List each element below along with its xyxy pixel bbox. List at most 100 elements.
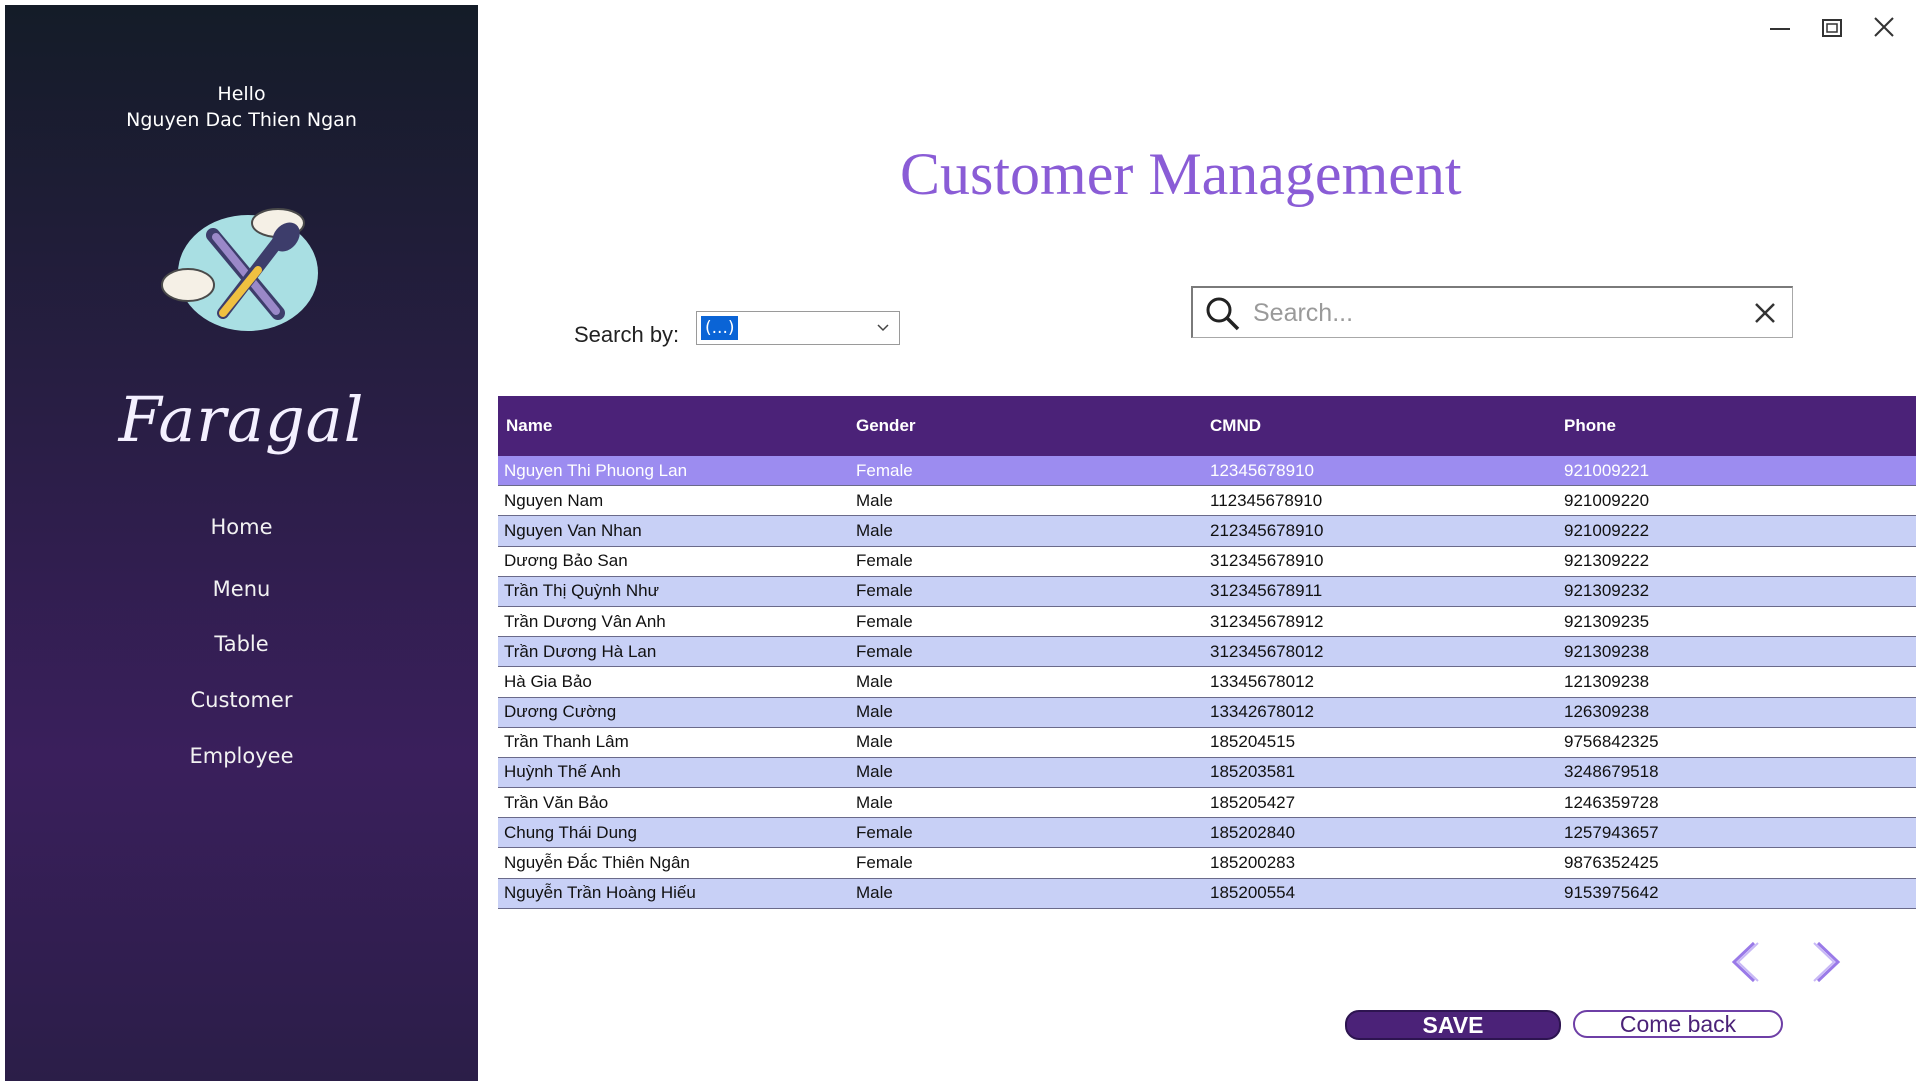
table-row[interactable]: Nguyen Nam Male 112345678910 921009220 (498, 486, 1916, 517)
search-by-label: Search by: (574, 322, 680, 347)
sidebar-item-table[interactable]: Table (5, 632, 478, 656)
table-row[interactable]: Nguyen Van Nhan Male 212345678910 921009222 (498, 516, 1916, 547)
cell-phone: 121309238 (1564, 671, 1650, 691)
cell-cmnd: 312345678910 (1210, 551, 1324, 571)
search-icon (1205, 296, 1241, 336)
search-by-dropdown[interactable]: (...) (696, 311, 900, 345)
cell-name: Chung Thái Dung (504, 822, 637, 842)
table-body: Nguyen Thi Phuong Lan Female 12345678910 92… (498, 456, 1916, 909)
cell-gender: Female (856, 853, 913, 873)
sidebar-item-home[interactable]: Home (5, 515, 478, 539)
column-header-gender[interactable]: Gender (852, 416, 1206, 436)
cell-phone: 921309235 (1564, 611, 1650, 631)
cell-gender: Male (856, 792, 893, 812)
sidebar-item-employee[interactable]: Employee (5, 744, 478, 768)
cell-phone: 126309238 (1564, 702, 1650, 722)
table-row[interactable]: Hà Gia Bảo Male 13345678012 121309238 (498, 667, 1916, 698)
cell-name: Nguyễn Trần Hoàng Hiếu (504, 883, 696, 903)
customer-table: Name Gender CMND Phone Nguyen Thi Phuong… (498, 396, 1916, 909)
previous-page-icon[interactable] (1726, 940, 1762, 988)
cell-phone: 921309232 (1564, 581, 1650, 601)
next-page-icon[interactable] (1810, 940, 1846, 988)
search-box (1191, 286, 1793, 338)
table-row[interactable]: Trần Văn Bảo Male 185205427 1246359728 (498, 788, 1916, 819)
cell-name: Nguyen Thi Phuong Lan (504, 460, 688, 480)
sidebar-item-menu[interactable]: Menu (5, 577, 478, 601)
table-row[interactable]: Trần Dương Hà Lan Female 312345678012 92130… (498, 637, 1916, 668)
cell-cmnd: 312345678012 (1210, 641, 1324, 661)
table-row[interactable]: Trần Thị Quỳnh Như Female 312345678911 9213… (498, 576, 1916, 607)
sidebar: Hello Nguyen Dac Thien Ngan Faragal Home… (5, 5, 478, 1081)
cell-gender: Male (856, 762, 893, 782)
table-row[interactable]: Trần Thanh Lâm Male 185204515 9756842325 (498, 727, 1916, 758)
table-row[interactable]: Trần Dương Vân Anh Female 312345678912 9213… (498, 606, 1916, 638)
cell-cmnd: 13345678012 (1210, 671, 1315, 691)
save-button[interactable]: SAVE (1345, 1010, 1561, 1040)
cell-gender: Female (856, 611, 913, 631)
page-title: Customer Management (900, 141, 1462, 207)
cell-name: Huỳnh Thế Anh (504, 762, 621, 782)
cell-gender: Female (856, 822, 913, 842)
come-back-button[interactable]: Come back (1573, 1010, 1783, 1038)
table-row[interactable]: Nguyễn Trần Hoàng Hiếu Male 185200554 91539… (498, 878, 1916, 909)
minimize-icon[interactable] (1754, 10, 1806, 44)
cell-phone: 9756842325 (1564, 732, 1659, 752)
column-header-name[interactable]: Name (498, 416, 852, 436)
cell-cmnd: 185204515 (1210, 732, 1296, 752)
cell-cmnd: 12345678910 (1210, 460, 1315, 480)
cell-name: Dương Cường (504, 702, 617, 722)
cell-name: Dương Bảo San (504, 551, 628, 571)
column-header-cmnd[interactable]: CMND (1206, 416, 1560, 436)
cell-gender: Female (856, 551, 913, 571)
cell-cmnd: 185205427 (1210, 792, 1296, 812)
cell-cmnd: 312345678911 (1210, 581, 1323, 601)
cell-phone: 921009222 (1564, 520, 1650, 540)
table-row[interactable]: Dương Cường Male 13342678012 126309238 (498, 697, 1916, 728)
restore-icon[interactable] (1806, 10, 1858, 44)
cell-gender: Female (856, 581, 913, 601)
cell-gender: Male (856, 883, 893, 903)
chevron-down-icon (875, 319, 891, 339)
cell-gender: Male (856, 702, 893, 722)
cell-name: Nguyen Nam (504, 490, 604, 510)
cell-phone: 9876352425 (1564, 853, 1659, 873)
cell-name: Nguyễn Đắc Thiên Ngân (504, 853, 690, 873)
table-row[interactable]: Huỳnh Thế Anh Male 185203581 3248679518 (498, 757, 1916, 789)
cell-gender: Female (856, 460, 913, 480)
cell-name: Nguyen Van Nhan (504, 520, 642, 540)
cell-cmnd: 185200554 (1210, 883, 1296, 903)
clear-search-icon[interactable] (1752, 300, 1778, 330)
cell-phone: 1257943657 (1564, 822, 1659, 842)
table-row[interactable]: Nguyễn Đắc Thiên Ngân Female 185200283 9876… (498, 848, 1916, 879)
cell-phone: 921009220 (1564, 490, 1650, 510)
cell-phone: 1246359728 (1564, 792, 1659, 812)
window-controls (1754, 10, 1910, 44)
table-row[interactable]: Nguyen Thi Phuong Lan Female 12345678910 92… (498, 456, 1916, 487)
cell-phone: 9153975642 (1564, 883, 1659, 903)
cell-name: Trần Dương Hà Lan (504, 641, 657, 661)
cell-phone: 921009221 (1564, 460, 1650, 480)
cell-gender: Male (856, 732, 893, 752)
sidebar-item-customer[interactable]: Customer (5, 688, 478, 712)
table-row[interactable]: Chung Thái Dung Female 185202840 1257943657 (498, 818, 1916, 849)
column-header-phone[interactable]: Phone (1560, 416, 1916, 436)
table-row[interactable]: Dương Bảo San Female 312345678910 921309222 (498, 546, 1916, 577)
cell-phone: 921309238 (1564, 641, 1650, 661)
user-name: Nguyen Dac Thien Ngan (126, 109, 357, 131)
cell-cmnd: 312345678912 (1210, 611, 1324, 631)
brand-logo-text: Faragal (118, 383, 365, 456)
cell-gender: Male (856, 671, 893, 691)
cell-name: Trần Thị Quỳnh Như (504, 581, 660, 601)
cell-name: Hà Gia Bảo (504, 671, 592, 691)
restaurant-logo-icon (161, 208, 318, 331)
close-icon[interactable] (1858, 10, 1910, 44)
cell-cmnd: 185203581 (1210, 762, 1296, 782)
cell-cmnd: 185202840 (1210, 822, 1296, 842)
cell-cmnd: 185200283 (1210, 853, 1296, 873)
cell-name: Trần Văn Bảo (504, 792, 609, 812)
search-input[interactable] (1251, 294, 1735, 332)
cell-phone: 3248679518 (1564, 762, 1659, 782)
cell-cmnd: 13342678012 (1210, 702, 1315, 722)
cell-name: Trần Dương Vân Anh (504, 611, 666, 631)
greeting-block: Hello Nguyen Dac Thien Ngan (5, 81, 478, 133)
